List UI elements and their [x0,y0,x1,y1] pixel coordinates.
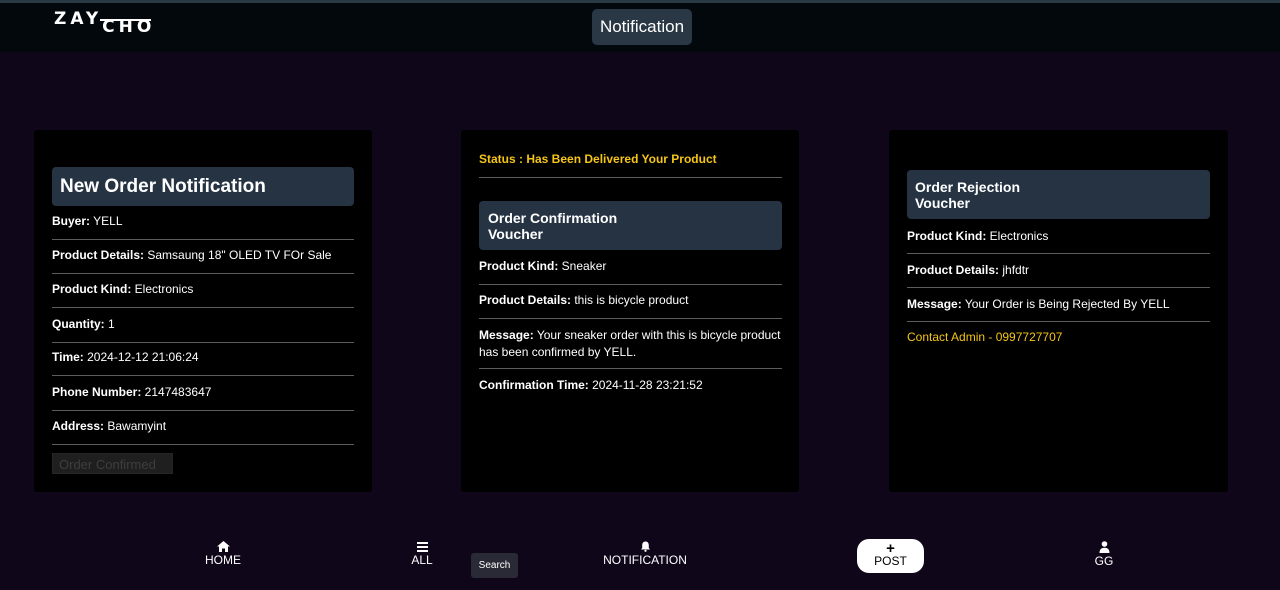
row-label: Product Details: [907,263,1000,277]
phone-row: Phone Number: 2147483647 [52,385,354,411]
product-details-row: Product Details: Samsaung 18" OLED TV FO… [52,248,354,274]
row-value: Samsaung 18" OLED TV FOr Sale [144,248,332,262]
nav-user[interactable]: GG [1091,541,1117,568]
home-icon [216,541,230,552]
row-label: Product Kind: [907,229,987,243]
row-value: 2024-12-12 21:06:24 [83,350,199,364]
row-label: Product Kind: [479,259,559,273]
menu-icon [416,542,428,552]
confirmation-time-row: Confirmation Time: 2024-11-28 23:21:52 [479,378,782,398]
order-confirmed-button[interactable]: Order Confirmed [52,453,173,474]
time-row: Time: 2024-12-12 21:06:24 [52,350,354,376]
heading-line-2: Voucher [488,226,543,242]
row-label: Time: [52,350,84,364]
row-label: Confirmation Time: [479,378,589,392]
message-row: Message: Your sneaker order with this is… [479,327,782,369]
quantity-row: Quantity: 1 [52,317,354,343]
page-title: Notification [592,9,692,45]
row-label: Product Details: [52,248,145,262]
nav-user-label: GG [1094,554,1114,568]
post-label: POST [874,554,907,568]
product-kind-row: Product Kind: Sneaker [479,259,782,285]
row-value: this is bicycle product [571,293,689,307]
user-icon [1099,541,1109,553]
row-label: Message: [907,297,962,311]
order-rejection-card: Order Rejection Voucher Product Kind: El… [889,130,1228,492]
nav-home[interactable]: HOME [204,541,242,567]
row-value: YELL [90,214,123,228]
row-value: jhfdtr [999,263,1030,277]
message-row: Message: Your Order is Being Rejected By… [907,297,1210,322]
heading-line-1: Order Confirmation [488,210,618,226]
nav-notification[interactable]: NOTIFICATION [601,541,689,567]
delivery-status: Status : Has Been Delivered Your Product [479,152,782,178]
row-value: Sneaker [558,259,607,273]
product-details-row: Product Details: this is bicycle product [479,293,782,319]
heading-line-1: Order Rejection [915,179,1021,195]
product-details-row: Product Details: jhfdtr [907,263,1210,288]
row-label: Message: [479,328,534,342]
row-label: Product Details: [479,293,572,307]
search-button[interactable]: Search [471,553,518,578]
address-row: Address: Bawamyint [52,419,354,445]
row-value: Electronics [986,229,1049,243]
row-value: Your Order is Being Rejected By YELL [961,297,1170,311]
heading-line-2: Voucher [915,195,970,211]
row-label: Address: [52,419,105,433]
nav-all[interactable]: ALL [408,541,436,567]
row-value: 2024-11-28 23:21:52 [588,378,703,392]
logo-part-1: ZAY [54,9,103,29]
nav-home-label: HOME [205,553,241,567]
new-order-heading-text: New Order Notification [60,176,266,197]
product-kind-row: Product Kind: Electronics [907,229,1210,254]
row-value: Bawamyint [104,419,167,433]
order-confirmation-card: Status : Has Been Delivered Your Product… [461,130,799,492]
new-order-card: New Order Notification Buyer: YELL Produ… [34,130,372,492]
row-value: 2147483647 [141,385,212,399]
nav-notification-label: NOTIFICATION [603,553,687,567]
nav-all-label: ALL [411,553,433,567]
logo-part-2: CHO [100,17,156,37]
bell-icon [640,541,650,552]
order-rejection-heading: Order Rejection Voucher [907,170,1210,219]
logo[interactable]: ZAYCHO [54,9,155,37]
row-label: Buyer: [52,214,91,228]
post-button[interactable]: + POST [857,539,924,573]
new-order-heading: New Order Notification [52,167,354,206]
row-value: Electronics [131,282,194,296]
row-label: Product Kind: [52,282,132,296]
buyer-row: Buyer: YELL [52,214,354,240]
row-label: Phone Number: [52,385,142,399]
order-confirmation-heading: Order Confirmation Voucher [479,201,782,250]
row-value: 1 [104,317,115,331]
product-kind-row: Product Kind: Electronics [52,282,354,308]
row-label: Quantity: [52,317,105,331]
contact-admin-link[interactable]: Contact Admin - 0997727707 [907,330,1062,344]
